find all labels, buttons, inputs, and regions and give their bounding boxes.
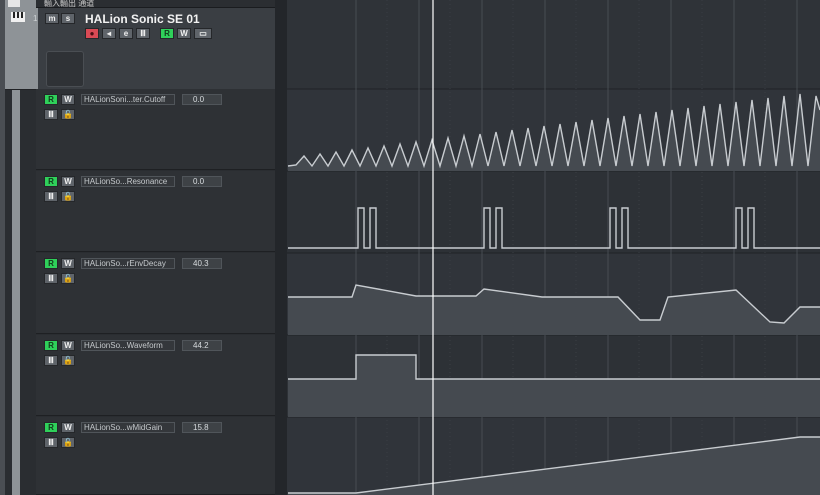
routing-label: 輸入輸出 通道 [44, 0, 95, 8]
parameter-value[interactable]: 0.0 [182, 176, 222, 187]
parameter-value[interactable]: 40.3 [182, 258, 222, 269]
lock-icon[interactable]: 🔓 [61, 191, 75, 202]
track-name[interactable]: HALion Sonic SE 01 [85, 12, 200, 26]
read-automation-button[interactable]: R [44, 422, 58, 433]
read-automation-button[interactable]: R [44, 258, 58, 269]
parameter-selector[interactable]: HALionSo...wMidGain [81, 422, 175, 433]
track-selector-square[interactable] [8, 0, 20, 7]
instrument-thumbnail[interactable] [46, 51, 84, 87]
write-automation-button[interactable]: W [177, 28, 191, 39]
parameter-selector[interactable]: HALionSo...rEnvDecay [81, 258, 175, 269]
parameter-value[interactable]: 44.2 [182, 340, 222, 351]
read-automation-button[interactable]: R [44, 176, 58, 187]
write-automation-button[interactable]: W [61, 176, 75, 187]
routing-header: 輸入輸出 通道 [36, 0, 275, 8]
parameter-value[interactable]: 15.8 [182, 422, 222, 433]
lanes-icon[interactable]: Ⅲ [44, 191, 58, 202]
monitor-icon[interactable]: ◂ [102, 28, 116, 39]
track-list-divider[interactable] [275, 0, 287, 495]
lanes-icon[interactable]: Ⅲ [44, 109, 58, 120]
lock-icon[interactable]: 🔓 [61, 273, 75, 284]
lock-icon[interactable]: 🔓 [61, 437, 75, 448]
lanes-icon[interactable]: ▭ [194, 28, 212, 39]
automation-curves [287, 0, 820, 495]
read-automation-button[interactable]: R [160, 28, 174, 39]
write-automation-button[interactable]: W [61, 258, 75, 269]
write-automation-button[interactable]: W [61, 340, 75, 351]
read-automation-button[interactable]: R [44, 94, 58, 105]
piano-icon [11, 12, 25, 22]
lock-icon[interactable]: 🔓 [61, 109, 75, 120]
mute-button[interactable]: m [45, 13, 59, 24]
track-number: 1 [33, 14, 38, 23]
edit-icon[interactable]: e [119, 28, 133, 39]
read-automation-button[interactable]: R [44, 340, 58, 351]
lock-icon[interactable]: 🔓 [61, 355, 75, 366]
record-enable-button[interactable]: ● [85, 28, 99, 39]
solo-button[interactable]: s [61, 13, 75, 24]
lanes-icon[interactable]: Ⅲ [44, 355, 58, 366]
parameter-selector[interactable]: HALionSo...Resonance [81, 176, 175, 187]
piano-keys-icon[interactable]: Ⅲ [136, 28, 150, 39]
instrument-track-header[interactable]: 1 m s HALion Sonic SE 01 ● ◂ e Ⅲ R W ▭ [5, 0, 275, 90]
track-color-strip [12, 89, 20, 495]
write-automation-button[interactable]: W [61, 422, 75, 433]
lanes-icon[interactable]: Ⅲ [44, 273, 58, 284]
parameter-value[interactable]: 0.0 [182, 94, 222, 105]
parameter-selector[interactable]: HALionSoni...ter.Cutoff [81, 94, 175, 105]
event-display[interactable] [287, 0, 820, 495]
write-automation-button[interactable]: W [61, 94, 75, 105]
lanes-icon[interactable]: Ⅲ [44, 437, 58, 448]
parameter-selector[interactable]: HALionSo...Waveform [81, 340, 175, 351]
